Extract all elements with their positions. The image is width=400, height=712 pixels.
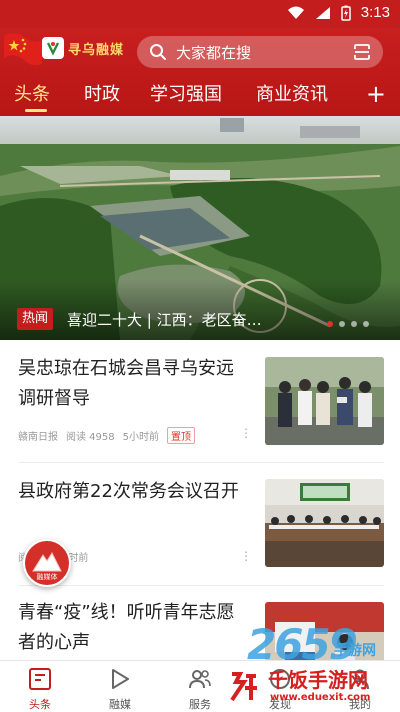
people-icon — [189, 670, 211, 689]
logo-text: 寻乌融媒 — [68, 42, 125, 58]
channel-tabs: 头条 时政 学习强国 商业资讯 + — [0, 78, 400, 116]
app-logo: 寻乌融媒 — [42, 37, 124, 59]
logo-icon — [42, 37, 64, 59]
tab-headlines[interactable]: 头条 — [14, 80, 50, 106]
site-watermark: 2659 手游网 千饭手游网 www.eduexit.com — [222, 620, 400, 712]
carousel-dot — [339, 321, 345, 327]
banner-carousel[interactable] — [0, 116, 400, 340]
hot-tag: 热闻 — [17, 308, 53, 330]
nav-media[interactable]: 融媒 — [80, 661, 160, 712]
search-icon — [150, 44, 166, 60]
float-button-label: 融媒体 — [36, 573, 58, 581]
signal-icon — [315, 6, 330, 19]
watermark-logo-icon — [224, 668, 262, 706]
watermark-subtext: 手游网 — [334, 643, 376, 659]
nav-headlines[interactable]: 头条 — [0, 661, 80, 712]
news-meta: 赣南日报 阅读 4958 5小时前 置顶 — [18, 427, 196, 444]
carousel-dots — [327, 321, 369, 327]
more-icon[interactable]: ⋮ — [240, 426, 252, 440]
carousel-dot — [327, 321, 333, 327]
news-source: 赣南日报 — [18, 432, 58, 443]
news-title: 青春“疫”线！听听青年志愿者的心声 — [18, 602, 235, 653]
carousel-dot — [351, 321, 357, 327]
mountain-icon — [32, 551, 62, 572]
status-bar: 3:13 — [0, 0, 400, 28]
national-flag-icon — [4, 33, 42, 66]
carousel-dot — [363, 321, 369, 327]
news-thumbnail — [265, 479, 384, 567]
news-title: 吴忠琼在石城会昌寻乌安远调研督导 — [18, 358, 234, 409]
status-icons: 3:13 — [287, 4, 390, 21]
status-time: 3:13 — [360, 4, 390, 21]
news-reads: 阅读 4958 — [66, 432, 115, 443]
news-item[interactable]: 吴忠琼在石城会昌寻乌安远调研督导 赣南日报 阅读 4958 5小时前 置顶 ⋮ — [0, 340, 400, 462]
battery-icon — [341, 5, 351, 21]
tab-indicator — [25, 109, 47, 112]
header: 寻乌融媒 大家都在搜 头条 时政 学习强国 商业资讯 + — [0, 28, 400, 116]
tab-business-news[interactable]: 商业资讯 — [256, 80, 328, 106]
search-placeholder: 大家都在搜 — [176, 44, 252, 62]
banner-title[interactable]: 喜迎二十大 | 江西：老区奋… — [67, 309, 262, 330]
media-float-button[interactable]: 融媒体 — [23, 539, 71, 587]
news-icon — [29, 668, 51, 690]
wifi-icon — [287, 6, 304, 19]
more-icon[interactable]: ⋮ — [240, 549, 252, 563]
play-icon — [112, 669, 129, 689]
news-title: 县政府第22次常务会议召开 — [18, 481, 239, 502]
search-bar[interactable]: 大家都在搜 — [137, 36, 383, 68]
news-time: 5小时前 — [122, 432, 160, 443]
tab-xuexi-qiangguo[interactable]: 学习强国 — [150, 80, 222, 106]
pinned-tag: 置顶 — [167, 427, 196, 444]
scan-icon[interactable] — [353, 43, 371, 61]
news-thumbnail — [265, 357, 384, 445]
nav-label: 头条 — [29, 698, 51, 711]
watermark-text: 千饭手游网 — [268, 668, 368, 692]
nav-label: 融媒 — [109, 698, 131, 711]
add-channel-icon[interactable]: + — [366, 82, 386, 106]
watermark-url: www.eduexit.com — [270, 692, 371, 703]
tab-politics[interactable]: 时政 — [84, 80, 120, 106]
